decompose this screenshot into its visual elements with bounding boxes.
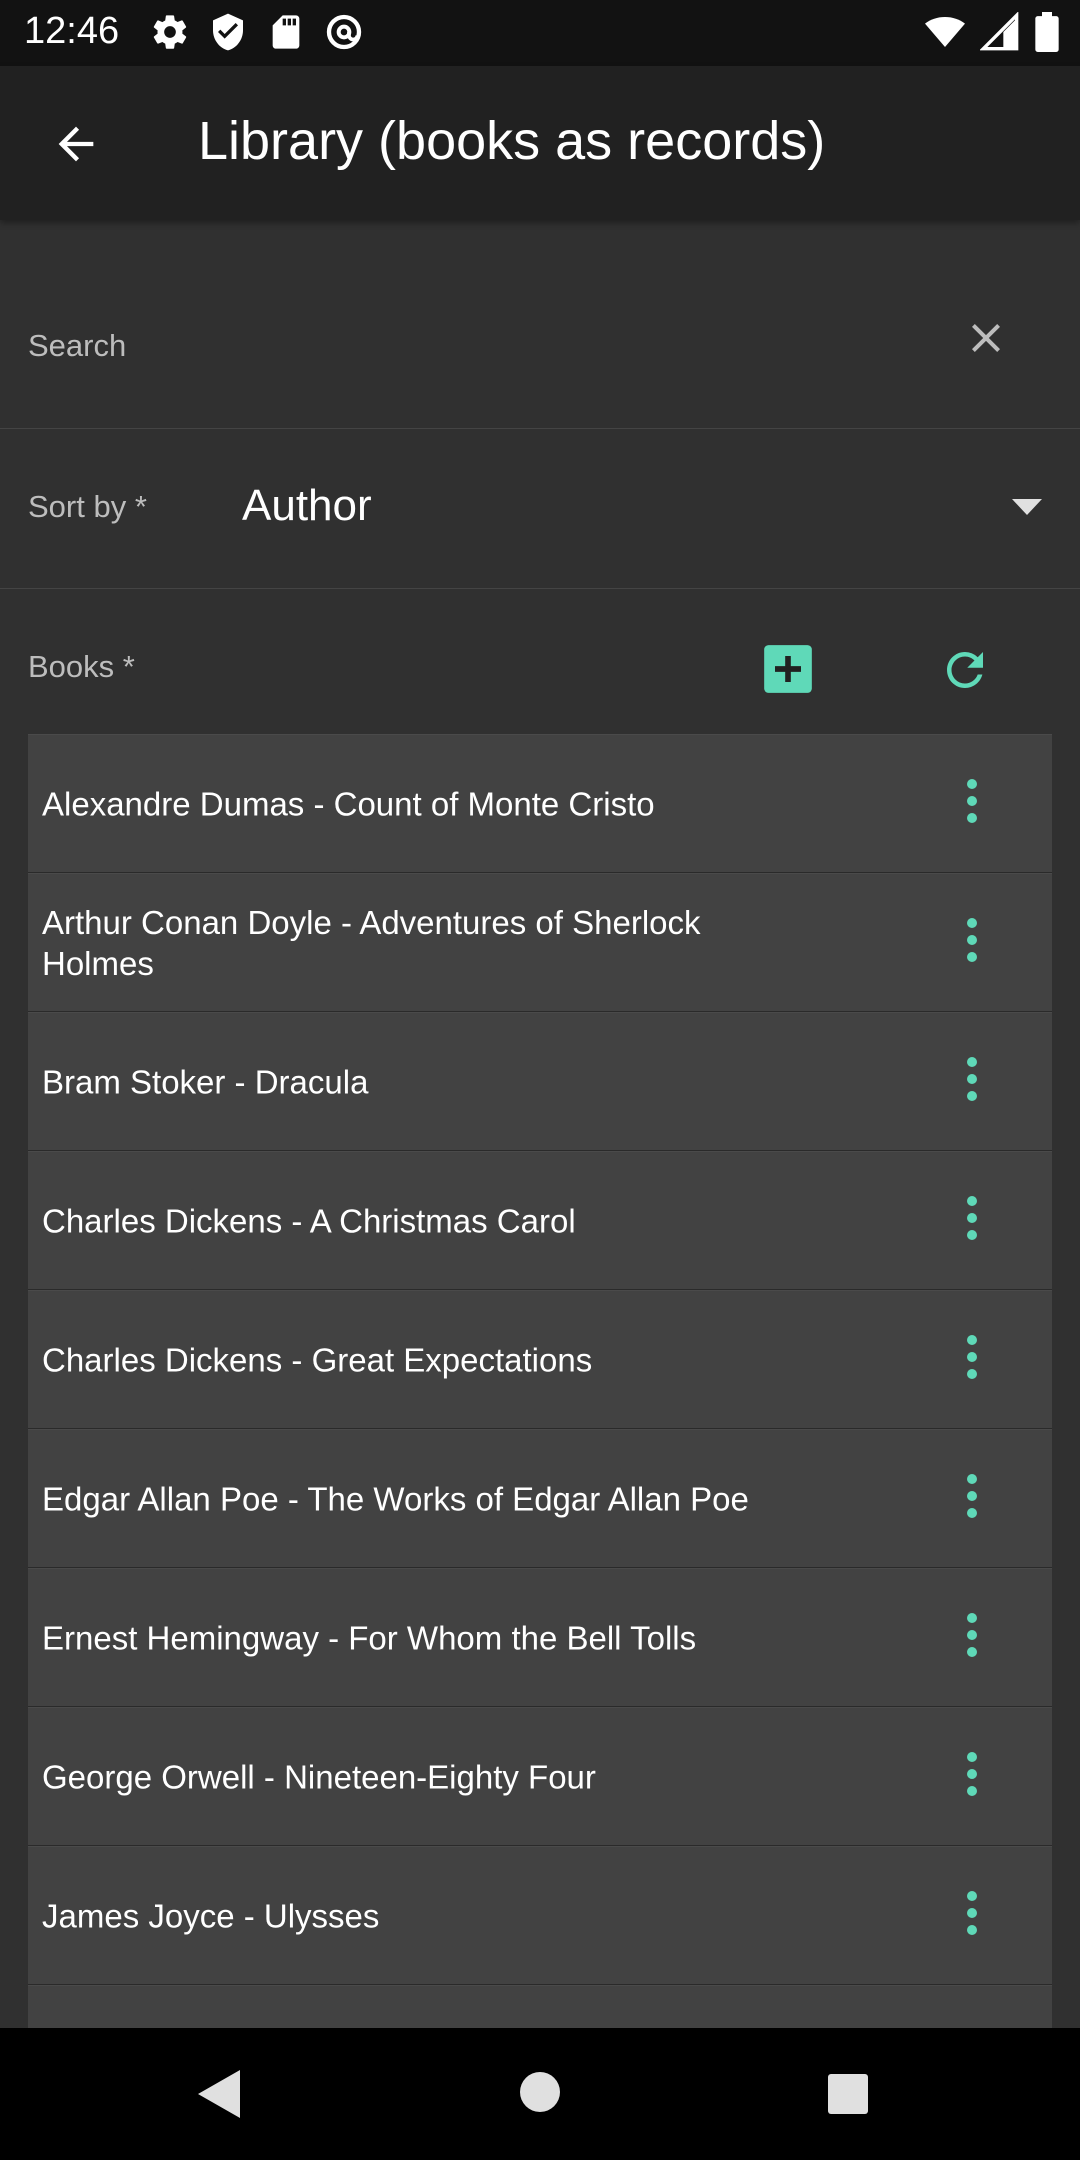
nav-back-button[interactable] bbox=[196, 2068, 246, 2125]
status-time: 12:46 bbox=[24, 10, 120, 52]
list-item[interactable]: James Joyce - Ulysses bbox=[28, 1846, 1052, 1985]
clear-search-button[interactable] bbox=[962, 314, 1010, 367]
book-title: Arthur Conan Doyle - Adventures of Sherl… bbox=[42, 903, 701, 982]
system-nav-bar bbox=[0, 2028, 1080, 2160]
close-icon bbox=[962, 324, 1010, 366]
list-item[interactable]: Edgar Allan Poe - The Works of Edgar All… bbox=[28, 1429, 1052, 1568]
list-item[interactable] bbox=[28, 1985, 1052, 2028]
book-title: George Orwell - Nineteen-Eighty Four bbox=[42, 1758, 596, 1795]
more-vert-icon bbox=[966, 1612, 978, 1663]
nav-recents-icon bbox=[826, 2074, 870, 2120]
wifi-icon bbox=[924, 12, 966, 52]
status-bar: 12:46 bbox=[0, 0, 1080, 66]
more-vert-icon bbox=[966, 1751, 978, 1802]
more-options-button[interactable] bbox=[952, 1052, 992, 1112]
back-button[interactable] bbox=[36, 106, 116, 186]
book-title: Charles Dickens - A Christmas Carol bbox=[42, 1202, 576, 1239]
sd-card-icon bbox=[266, 12, 306, 52]
more-vert-icon bbox=[966, 917, 978, 968]
more-vert-icon bbox=[966, 1056, 978, 1107]
more-options-button[interactable] bbox=[952, 1886, 992, 1946]
battery-icon bbox=[1034, 12, 1060, 52]
more-options-button[interactable] bbox=[952, 1330, 992, 1390]
list-item[interactable]: Ernest Hemingway - For Whom the Bell Tol… bbox=[28, 1568, 1052, 1707]
signal-icon bbox=[980, 12, 1020, 52]
book-title: James Joyce - Ulysses bbox=[42, 1897, 380, 1934]
books-label: Books * bbox=[28, 649, 135, 684]
page-title: Library (books as records) bbox=[198, 111, 826, 171]
list-item[interactable]: Charles Dickens - A Christmas Carol bbox=[28, 1151, 1052, 1290]
book-list: Alexandre Dumas - Count of Monte Cristo … bbox=[28, 734, 1052, 2028]
sort-selected-value: Author bbox=[242, 481, 372, 530]
more-vert-icon bbox=[966, 778, 978, 829]
search-input[interactable] bbox=[28, 316, 928, 376]
add-box-icon bbox=[762, 645, 814, 699]
book-title: Edgar Allan Poe - The Works of Edgar All… bbox=[42, 1480, 749, 1517]
nav-back-icon bbox=[196, 2070, 246, 2124]
more-options-button[interactable] bbox=[952, 774, 992, 834]
book-title: Ernest Hemingway - For Whom the Bell Tol… bbox=[42, 1619, 697, 1656]
app-bar: Library (books as records) bbox=[0, 66, 1080, 220]
search-row bbox=[0, 220, 1080, 429]
refresh-button[interactable] bbox=[938, 643, 992, 697]
book-title: Alexandre Dumas - Count of Monte Cristo bbox=[42, 785, 655, 822]
nav-recents-button[interactable] bbox=[826, 2072, 870, 2121]
more-options-button[interactable] bbox=[952, 1191, 992, 1251]
add-book-button[interactable] bbox=[762, 643, 814, 695]
more-options-button[interactable] bbox=[952, 1469, 992, 1529]
list-item[interactable]: Charles Dickens - Great Expectations bbox=[28, 1290, 1052, 1429]
list-item[interactable]: George Orwell - Nineteen-Eighty Four bbox=[28, 1707, 1052, 1846]
sort-row: Sort by * Author bbox=[0, 429, 1080, 589]
books-header: Books * bbox=[0, 589, 1080, 734]
more-options-button[interactable] bbox=[952, 1608, 992, 1668]
sort-label: Sort by * bbox=[28, 489, 147, 524]
dropdown-caret-icon bbox=[1012, 499, 1042, 520]
more-vert-icon bbox=[966, 1195, 978, 1246]
list-item[interactable]: Arthur Conan Doyle - Adventures of Sherl… bbox=[28, 873, 1052, 1012]
book-title: Bram Stoker - Dracula bbox=[42, 1063, 369, 1100]
sort-dropdown[interactable]: Author bbox=[242, 459, 1042, 559]
more-vert-icon bbox=[966, 1334, 978, 1385]
shield-icon bbox=[208, 12, 248, 52]
list-item[interactable]: Bram Stoker - Dracula bbox=[28, 1012, 1052, 1151]
more-options-button[interactable] bbox=[952, 1747, 992, 1807]
settings-icon bbox=[150, 12, 190, 52]
list-item[interactable]: Alexandre Dumas - Count of Monte Cristo bbox=[28, 734, 1052, 873]
nav-home-icon bbox=[518, 2072, 562, 2118]
at-sign-icon bbox=[324, 12, 364, 52]
status-icons-left bbox=[150, 12, 364, 52]
book-title: Charles Dickens - Great Expectations bbox=[42, 1341, 593, 1378]
nav-home-button[interactable] bbox=[518, 2070, 562, 2119]
more-vert-icon bbox=[966, 1473, 978, 1524]
refresh-icon bbox=[938, 652, 992, 701]
status-icons-right bbox=[924, 12, 1060, 52]
more-options-button[interactable] bbox=[952, 913, 992, 973]
more-vert-icon bbox=[966, 1890, 978, 1941]
arrow-back-icon bbox=[50, 118, 102, 175]
